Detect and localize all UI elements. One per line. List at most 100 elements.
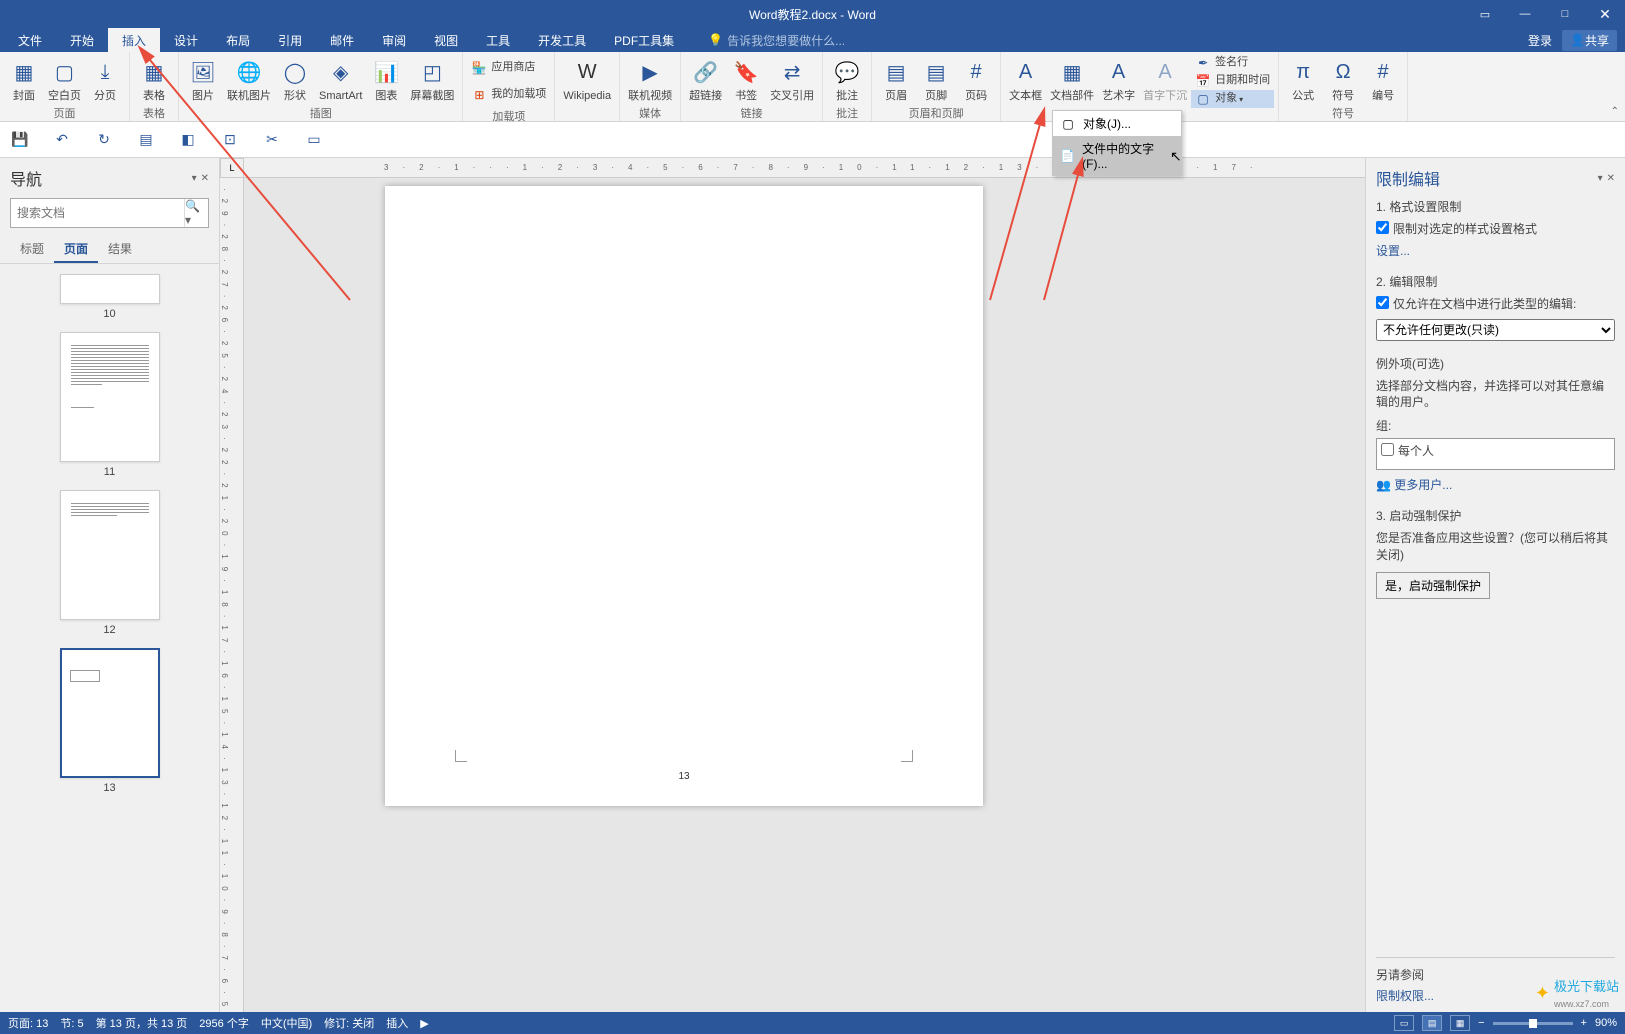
minimize-button[interactable]: — xyxy=(1505,0,1545,28)
page-number-button[interactable]: #页码 xyxy=(956,54,996,105)
footer-button[interactable]: ▤页脚 xyxy=(916,54,956,105)
status-page[interactable]: 页面: 13 xyxy=(8,1015,48,1031)
maximize-button[interactable]: □ xyxy=(1545,0,1585,28)
document-page[interactable]: 13 xyxy=(385,186,983,806)
hyperlink-button[interactable]: 🔗超链接 xyxy=(685,54,726,105)
nav-close-icon[interactable]: ✕ xyxy=(201,173,209,184)
tab-references[interactable]: 引用 xyxy=(264,28,316,52)
share-button[interactable]: 👤 共享 xyxy=(1562,30,1617,51)
nav-tab-results[interactable]: 结果 xyxy=(98,236,142,263)
page-thumbnails[interactable]: 10 11 12 13 xyxy=(0,264,219,1012)
cover-page-button[interactable]: ▦封面 xyxy=(4,54,44,105)
qat-btn-4[interactable]: ▤ xyxy=(136,130,156,150)
my-addins-button[interactable]: ⊞我的加载项 xyxy=(467,86,550,104)
cross-reference-button[interactable]: ⇄交叉引用 xyxy=(766,54,818,105)
page-thumbnail-12[interactable] xyxy=(60,490,160,620)
menu-text-from-file[interactable]: 📄 文件中的文字(F)... xyxy=(1053,136,1181,175)
status-page-of[interactable]: 第 13 页，共 13 页 xyxy=(96,1015,188,1031)
thumbnail-item[interactable]: 12 xyxy=(10,490,209,636)
tab-insert[interactable]: 插入 xyxy=(108,28,160,52)
status-macro-icon[interactable]: ▶ xyxy=(420,1017,428,1030)
online-video-button[interactable]: ▶联机视频 xyxy=(624,54,676,105)
tab-mailings[interactable]: 邮件 xyxy=(316,28,368,52)
edit-checkbox-input[interactable] xyxy=(1376,296,1389,309)
ribbon-display-options-icon[interactable]: ▭ xyxy=(1465,0,1505,28)
more-users-link[interactable]: 👥 更多用户... xyxy=(1376,476,1452,493)
everyone-checkbox[interactable]: 每个人 xyxy=(1381,443,1610,460)
thumbnail-item[interactable]: 10 xyxy=(10,274,209,320)
tab-pdf[interactable]: PDF工具集 xyxy=(600,28,688,52)
chart-button[interactable]: 📊图表 xyxy=(366,54,406,105)
page-thumbnail-11[interactable] xyxy=(60,332,160,462)
collapse-ribbon-icon[interactable]: ⌃ xyxy=(1611,106,1619,117)
status-section[interactable]: 节: 5 xyxy=(60,1015,83,1031)
search-icon[interactable]: 🔍 ▾ xyxy=(184,199,208,227)
pictures-button[interactable]: 🖼图片 xyxy=(183,54,223,105)
signature-button[interactable]: ✒签名行 xyxy=(1191,54,1274,72)
page-thumbnail-13[interactable] xyxy=(60,648,160,778)
pane-dropdown-icon[interactable]: ▾ xyxy=(1598,173,1603,184)
enforce-button[interactable]: 是，启动强制保护 xyxy=(1376,572,1490,599)
zoom-out-button[interactable]: − xyxy=(1478,1017,1484,1029)
tab-review[interactable]: 审阅 xyxy=(368,28,420,52)
document-area[interactable]: L 3·2·1···1·2·3·4·5·6·7·8·9·10·11·12·13·… xyxy=(220,158,1365,1012)
textbox-button[interactable]: A文本框 xyxy=(1005,54,1046,105)
edit-restrict-checkbox[interactable]: 仅允许在文档中进行此类型的编辑: xyxy=(1376,296,1615,313)
drop-cap-button[interactable]: A首字下沉 xyxy=(1139,54,1191,105)
number-button[interactable]: #编号 xyxy=(1363,54,1403,105)
ruler-corner[interactable]: L xyxy=(220,158,244,178)
settings-link[interactable]: 设置... xyxy=(1376,242,1410,259)
store-button[interactable]: 🏪应用商店 xyxy=(467,59,550,77)
thumbnail-item[interactable]: 11 xyxy=(10,332,209,478)
online-pictures-button[interactable]: 🌐联机图片 xyxy=(223,54,275,105)
nav-tab-pages[interactable]: 页面 xyxy=(54,236,98,263)
tell-me-search[interactable]: 💡 告诉我您想要做什么... xyxy=(708,32,845,49)
print-layout-button[interactable]: ▤ xyxy=(1422,1015,1442,1031)
vertical-ruler[interactable]: ·29·28·27·26·25·24·23·22·21·20·19·18·17·… xyxy=(220,178,244,1012)
tab-file[interactable]: 文件 xyxy=(4,28,56,52)
zoom-in-button[interactable]: + xyxy=(1581,1017,1587,1029)
nav-tab-headings[interactable]: 标题 xyxy=(10,236,54,263)
login-link[interactable]: 登录 xyxy=(1528,32,1552,49)
shapes-button[interactable]: ◯形状 xyxy=(275,54,315,105)
screenshot-button[interactable]: ◰屏幕截图 xyxy=(406,54,458,105)
status-insert[interactable]: 插入 xyxy=(386,1015,408,1031)
page-thumbnail-10[interactable] xyxy=(60,274,160,304)
table-button[interactable]: ▦表格 xyxy=(134,54,174,105)
zoom-slider[interactable] xyxy=(1493,1022,1573,1025)
object-button[interactable]: ▢对象▾ xyxy=(1191,90,1274,108)
redo-button[interactable]: ↻ xyxy=(94,130,114,150)
navigation-search[interactable]: 🔍 ▾ xyxy=(10,198,209,228)
tab-home[interactable]: 开始 xyxy=(56,28,108,52)
tab-tools[interactable]: 工具 xyxy=(472,28,524,52)
qat-btn-5[interactable]: ◧ xyxy=(178,130,198,150)
tab-design[interactable]: 设计 xyxy=(160,28,212,52)
qat-btn-8[interactable]: ▭ xyxy=(304,130,324,150)
web-layout-button[interactable]: ▦ xyxy=(1450,1015,1470,1031)
menu-object[interactable]: ▢ 对象(J)... xyxy=(1053,111,1181,136)
format-checkbox-input[interactable] xyxy=(1376,221,1389,234)
smartart-button[interactable]: ◈SmartArt xyxy=(315,54,366,105)
datetime-button[interactable]: 📅日期和时间 xyxy=(1191,72,1274,90)
qat-btn-7[interactable]: ✂ xyxy=(262,130,282,150)
status-language[interactable]: 中文(中国) xyxy=(261,1015,312,1031)
undo-button[interactable]: ↶ xyxy=(52,130,72,150)
edit-type-select[interactable]: 不允许任何更改(只读) xyxy=(1376,319,1615,341)
tab-layout[interactable]: 布局 xyxy=(212,28,264,52)
horizontal-ruler[interactable]: 3·2·1···1·2·3·4·5·6·7·8·9·10·11·12·13·14… xyxy=(244,158,1365,178)
comment-button[interactable]: 💬批注 xyxy=(827,54,867,105)
wordart-button[interactable]: A艺术字 xyxy=(1098,54,1139,105)
status-words[interactable]: 2956 个字 xyxy=(199,1015,249,1031)
everyone-checkbox-input[interactable] xyxy=(1381,443,1394,456)
search-input[interactable] xyxy=(11,199,184,227)
header-button[interactable]: ▤页眉 xyxy=(876,54,916,105)
nav-dropdown-icon[interactable]: ▾ xyxy=(192,173,197,184)
thumbnail-item[interactable]: 13 xyxy=(10,648,209,794)
status-track[interactable]: 修订: 关闭 xyxy=(324,1015,374,1031)
save-button[interactable]: 💾 xyxy=(10,130,30,150)
quick-parts-button[interactable]: ▦文档部件 xyxy=(1046,54,1098,105)
qat-btn-6[interactable]: ⊡ xyxy=(220,130,240,150)
restrict-permission-link[interactable]: 限制权限... xyxy=(1376,987,1434,1004)
pane-close-icon[interactable]: ✕ xyxy=(1607,173,1615,184)
zoom-level[interactable]: 90% xyxy=(1595,1017,1617,1029)
